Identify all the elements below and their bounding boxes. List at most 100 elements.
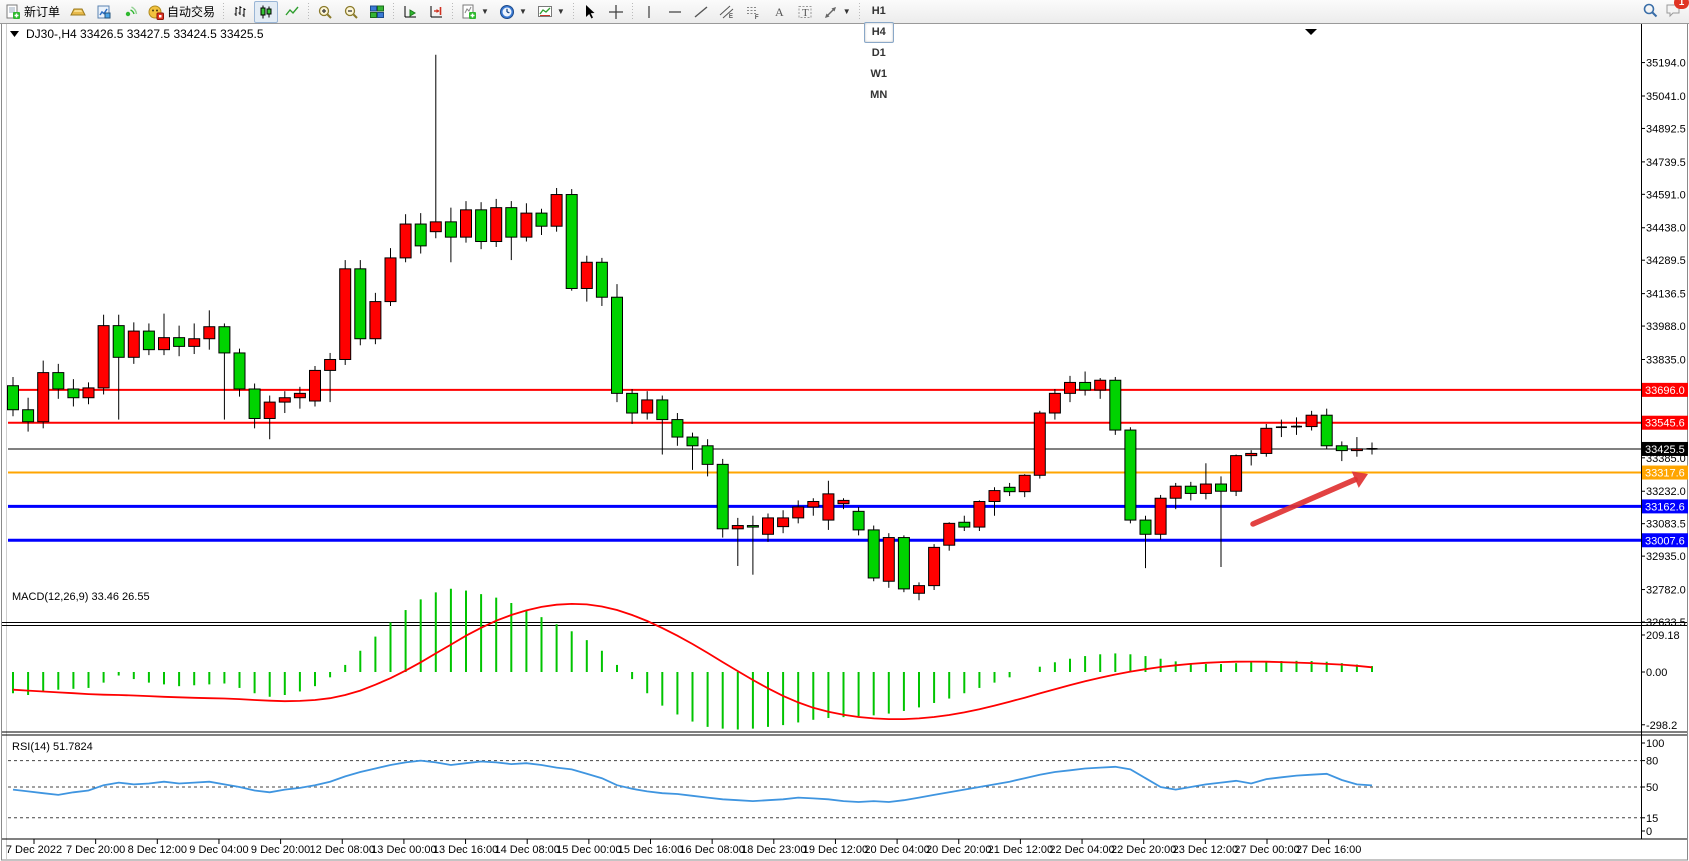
notifications-button[interactable]: 1 bbox=[1665, 1, 1683, 22]
svg-text:33232.0: 33232.0 bbox=[1646, 486, 1686, 498]
svg-text:27 Dec 00:00: 27 Dec 00:00 bbox=[1234, 844, 1299, 856]
top-toolbar: 新订单 自动交易 ▼ ▼ bbox=[0, 0, 1689, 24]
svg-text:19 Dec 12:00: 19 Dec 12:00 bbox=[803, 844, 868, 856]
autotrading-label: 自动交易 bbox=[167, 3, 215, 20]
timeframe-h4[interactable]: H4 bbox=[864, 22, 894, 43]
chart-page-icon bbox=[96, 4, 112, 20]
timeframe-d1[interactable]: D1 bbox=[864, 43, 894, 64]
timeframe-h1[interactable]: H1 bbox=[864, 1, 894, 22]
svg-text:15 Dec 16:00: 15 Dec 16:00 bbox=[618, 844, 683, 856]
chart-shift-button[interactable] bbox=[424, 1, 448, 23]
text-button[interactable]: A bbox=[767, 1, 791, 23]
gold-ingot-icon bbox=[70, 4, 86, 20]
svg-text:F: F bbox=[755, 15, 759, 20]
text-label-button[interactable]: T bbox=[793, 1, 817, 23]
svg-text:0: 0 bbox=[1646, 826, 1652, 838]
svg-text:8 Dec 12:00: 8 Dec 12:00 bbox=[128, 844, 187, 856]
svg-text:33988.0: 33988.0 bbox=[1646, 321, 1686, 333]
svg-text:13 Dec 16:00: 13 Dec 16:00 bbox=[433, 844, 498, 856]
gold-button[interactable] bbox=[66, 1, 90, 23]
chart-canvas[interactable]: DJ30-,H4 33426.5 33427.5 33424.5 33425.5… bbox=[0, 0, 1689, 861]
zoom-in-icon bbox=[317, 4, 333, 20]
svg-text:32633.5: 32633.5 bbox=[1646, 617, 1686, 629]
svg-text:33425.5: 33425.5 bbox=[1645, 444, 1685, 456]
auto-scroll-button[interactable] bbox=[398, 1, 422, 23]
indicators-icon bbox=[461, 4, 477, 20]
vertical-line-button[interactable] bbox=[637, 1, 661, 23]
signal-icon bbox=[122, 4, 138, 20]
svg-text:23 Dec 12:00: 23 Dec 12:00 bbox=[1173, 844, 1238, 856]
svg-text:33007.6: 33007.6 bbox=[1645, 535, 1685, 547]
svg-text:21 Dec 12:00: 21 Dec 12:00 bbox=[988, 844, 1053, 856]
tile-windows-icon bbox=[369, 4, 385, 20]
svg-text:E: E bbox=[729, 14, 733, 20]
signal-button[interactable] bbox=[118, 1, 142, 23]
new-order-button[interactable]: 新订单 bbox=[1, 1, 64, 23]
chevron-down-icon: ▼ bbox=[557, 7, 565, 16]
tile-windows-button[interactable] bbox=[365, 1, 389, 23]
equidistant-channel-button[interactable]: E bbox=[715, 1, 739, 23]
svg-text:15 Dec 00:00: 15 Dec 00:00 bbox=[556, 844, 621, 856]
svg-text:33162.6: 33162.6 bbox=[1645, 501, 1685, 513]
fibonacci-button[interactable]: F bbox=[741, 1, 765, 23]
svg-text:T: T bbox=[802, 7, 809, 19]
bar-chart-type-button[interactable] bbox=[228, 1, 252, 23]
trendline-button[interactable] bbox=[689, 1, 713, 23]
autotrading-button[interactable]: 自动交易 bbox=[144, 1, 219, 23]
auto-scroll-icon bbox=[402, 4, 418, 20]
svg-text:100: 100 bbox=[1646, 738, 1664, 750]
svg-text:34892.5: 34892.5 bbox=[1646, 123, 1686, 135]
svg-text:80: 80 bbox=[1646, 756, 1658, 768]
zoom-out-button[interactable] bbox=[339, 1, 363, 23]
separator bbox=[223, 3, 224, 21]
svg-text:209.18: 209.18 bbox=[1646, 630, 1680, 642]
search-icon[interactable] bbox=[1641, 1, 1659, 22]
svg-text:14 Dec 08:00: 14 Dec 08:00 bbox=[494, 844, 559, 856]
market-watch-button[interactable] bbox=[92, 1, 116, 23]
periods-button[interactable]: ▼ bbox=[495, 1, 531, 23]
macd-label: MACD(12,26,9) 33.46 26.55 bbox=[12, 591, 150, 603]
arrows-button[interactable]: ▼ bbox=[819, 1, 855, 23]
separator bbox=[859, 3, 860, 21]
line-chart-icon bbox=[284, 4, 300, 20]
svg-text:35041.0: 35041.0 bbox=[1646, 91, 1686, 103]
svg-text:34136.5: 34136.5 bbox=[1646, 289, 1686, 301]
template-icon bbox=[537, 4, 553, 20]
svg-text:15: 15 bbox=[1646, 813, 1658, 825]
svg-text:33545.6: 33545.6 bbox=[1645, 418, 1685, 430]
notification-badge: 1 bbox=[1674, 0, 1689, 9]
bar-chart-icon bbox=[232, 4, 248, 20]
candlestick-icon bbox=[258, 4, 274, 20]
svg-text:20 Dec 04:00: 20 Dec 04:00 bbox=[864, 844, 929, 856]
channel-icon: E bbox=[719, 4, 735, 20]
toolbar-right: 1 bbox=[1641, 1, 1683, 22]
svg-text:7 Dec 20:00: 7 Dec 20:00 bbox=[66, 844, 125, 856]
new-order-icon bbox=[5, 4, 21, 20]
separator bbox=[452, 3, 453, 21]
cursor-button[interactable] bbox=[578, 1, 602, 23]
zoom-in-button[interactable] bbox=[313, 1, 337, 23]
svg-text:0.00: 0.00 bbox=[1646, 667, 1667, 679]
svg-text:27 Dec 16:00: 27 Dec 16:00 bbox=[1296, 844, 1361, 856]
candlestick-type-button[interactable] bbox=[254, 1, 278, 23]
arrows-icon bbox=[823, 4, 839, 20]
line-chart-type-button[interactable] bbox=[280, 1, 304, 23]
svg-text:7 Dec 2022: 7 Dec 2022 bbox=[6, 844, 62, 856]
crosshair-button[interactable] bbox=[604, 1, 628, 23]
timeframe-w1[interactable]: W1 bbox=[864, 64, 894, 85]
templates-button[interactable]: ▼ bbox=[533, 1, 569, 23]
svg-text:9 Dec 04:00: 9 Dec 04:00 bbox=[189, 844, 248, 856]
svg-text:20 Dec 20:00: 20 Dec 20:00 bbox=[926, 844, 991, 856]
indicators-button[interactable]: ▼ bbox=[457, 1, 493, 23]
svg-text:33083.5: 33083.5 bbox=[1646, 519, 1686, 531]
svg-text:33696.0: 33696.0 bbox=[1645, 385, 1685, 397]
separator bbox=[632, 3, 633, 21]
mt4-window: { "toolbar": { "new_order_label": "新订单",… bbox=[0, 0, 1689, 861]
chart-title: DJ30-,H4 33426.5 33427.5 33424.5 33425.5 bbox=[10, 27, 264, 41]
svg-text:DJ30-,H4 33426.5 33427.5 3342: DJ30-,H4 33426.5 33427.5 33424.5 33425.5 bbox=[26, 27, 264, 41]
svg-text:34438.0: 34438.0 bbox=[1646, 223, 1686, 235]
svg-text:A: A bbox=[775, 5, 784, 19]
svg-text:22 Dec 04:00: 22 Dec 04:00 bbox=[1049, 844, 1114, 856]
timeframe-mn[interactable]: MN bbox=[864, 85, 894, 106]
horizontal-line-button[interactable] bbox=[663, 1, 687, 23]
